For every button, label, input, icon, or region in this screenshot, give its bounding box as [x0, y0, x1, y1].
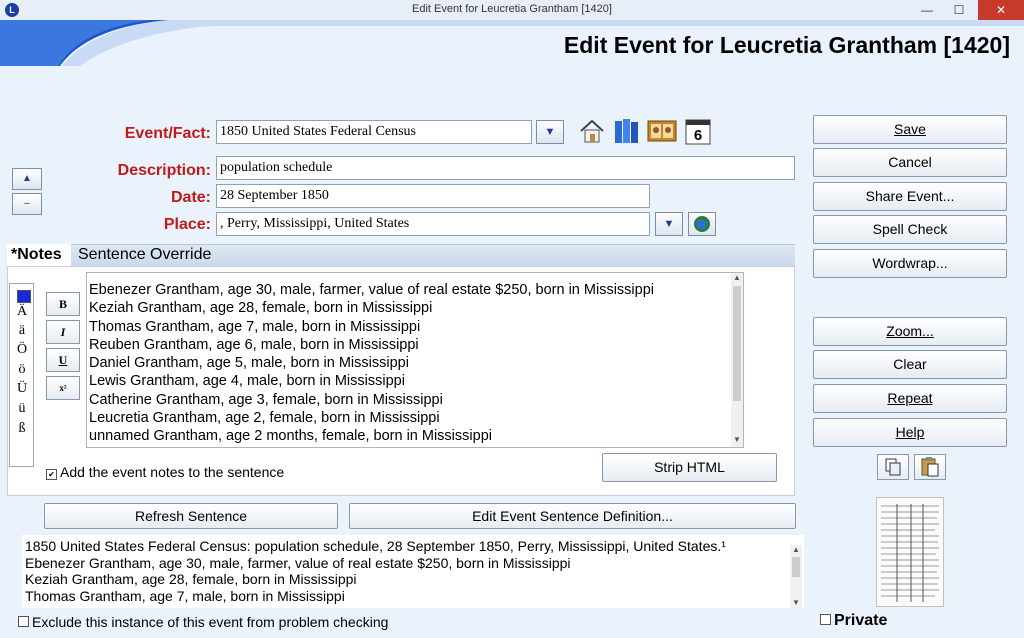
sentence-scrollbar[interactable]: ▲ ▼: [790, 545, 802, 608]
save-label: Save: [894, 121, 926, 137]
notes-line: unnamed Grantham, age 2 months, female, …: [89, 428, 492, 445]
checkbox-box[interactable]: [820, 614, 831, 625]
private-label: Private: [834, 612, 888, 629]
sentence-text: 1850 United States Federal Census: popul…: [25, 538, 726, 604]
close-button[interactable]: ✕: [978, 0, 1024, 20]
share-event-button[interactable]: Share Event...: [813, 182, 1007, 211]
notes-line: Reuben Grantham, age 6, male, born in Mi…: [89, 336, 419, 353]
scroll-down-arrow[interactable]: ▼: [790, 598, 802, 608]
description-label: Description:: [117, 162, 211, 179]
char-button[interactable]: ü: [10, 401, 34, 417]
wordwrap-button[interactable]: Wordwrap...: [813, 249, 1007, 278]
paste-icon: [921, 457, 939, 477]
books-icon[interactable]: [612, 116, 642, 146]
notes-textarea[interactable]: Ebenezer Grantham, age 30, male, farmer,…: [86, 272, 744, 448]
sentence-line: 1850 United States Federal Census: popul…: [25, 538, 726, 554]
notes-line: Lewis Grantham, age 4, male, born in Mis…: [89, 373, 405, 390]
tab-sentence-override[interactable]: Sentence Override: [78, 244, 211, 266]
notes-line: Leucretia Grantham, age 2, female, born …: [89, 410, 440, 427]
notes-line: Ebenezer Grantham, age 30, male, farmer,…: [89, 282, 654, 298]
char-button[interactable]: Ä: [10, 304, 34, 320]
notes-text: Ebenezer Grantham, age 30, male, farmer,…: [89, 281, 654, 446]
cancel-button[interactable]: Cancel: [813, 148, 1007, 177]
clear-button[interactable]: Clear: [813, 350, 1007, 379]
notes-scrollbar[interactable]: ▲ ▼: [731, 273, 743, 447]
edit-sentence-definition-button[interactable]: Edit Event Sentence Definition...: [349, 503, 796, 529]
event-dropdown-button[interactable]: ▼: [536, 120, 564, 144]
globe-icon: [694, 216, 710, 232]
char-button[interactable]: ö: [10, 362, 34, 378]
description-field[interactable]: population schedule: [216, 156, 795, 180]
globe-button[interactable]: [688, 212, 716, 236]
scroll-down-arrow[interactable]: ▼: [731, 435, 743, 447]
checkbox-box[interactable]: [18, 616, 29, 627]
svg-text:6: 6: [694, 127, 702, 144]
scroll-thumb[interactable]: [792, 557, 800, 577]
private-checkbox[interactable]: Private: [820, 612, 887, 630]
place-label: Place:: [163, 216, 211, 233]
calendar-icon[interactable]: 6: [683, 116, 713, 146]
help-label: Help: [895, 424, 925, 440]
copy-icon: [885, 458, 901, 476]
repeat-label: Repeat: [887, 390, 933, 406]
exclude-checkbox[interactable]: Exclude this instance of this event from…: [18, 614, 388, 630]
place-dropdown-button[interactable]: ▼: [655, 212, 683, 236]
exclude-label: Exclude this instance of this event from…: [32, 614, 389, 630]
sentence-line: Keziah Grantham, age 28, female, born in…: [25, 571, 357, 587]
sentence-line: Thomas Grantham, age 7, male, born in Mi…: [25, 587, 345, 604]
text-color-swatch[interactable]: [17, 290, 31, 303]
place-field[interactable]: , Perry, Mississippi, United States: [216, 212, 650, 236]
refresh-sentence-button[interactable]: Refresh Sentence: [44, 503, 338, 529]
copy-button[interactable]: [877, 454, 909, 480]
media-thumbnail[interactable]: [876, 497, 944, 607]
add-notes-label: Add the event notes to the sentence: [60, 464, 285, 480]
title-bar: Edit Event for Leucretia Grantham [1420]: [0, 0, 1024, 21]
scroll-thumb[interactable]: [733, 286, 741, 401]
window-title: Edit Event for Leucretia Grantham [1420]: [412, 3, 612, 15]
scroll-up-arrow[interactable]: ▲: [731, 273, 743, 285]
page-title: Edit Event for Leucretia Grantham [1420]: [563, 32, 1010, 58]
event-fact-field[interactable]: 1850 United States Federal Census: [216, 120, 532, 144]
superscript-button[interactable]: x²: [46, 376, 80, 400]
scroll-up-arrow[interactable]: ▲: [790, 545, 802, 555]
tab-notes[interactable]: *Notes: [7, 244, 71, 266]
app-icon[interactable]: L: [5, 3, 19, 17]
event-label: Event/Fact:: [124, 125, 211, 142]
zoom-button[interactable]: Zoom...: [813, 317, 1007, 346]
strip-html-button[interactable]: Strip HTML: [602, 453, 777, 482]
maximize-button[interactable]: ☐: [944, 0, 974, 20]
zoom-label: Zoom...: [886, 323, 934, 339]
minimize-button[interactable]: —: [912, 0, 942, 20]
special-chars-bar: Ä ä Ö ö Ü ü ß: [9, 283, 34, 467]
notes-line: Thomas Grantham, age 7, male, born in Mi…: [89, 318, 421, 335]
photo-album-icon[interactable]: [647, 116, 677, 146]
underline-button[interactable]: U: [46, 348, 80, 372]
repeat-button[interactable]: Repeat: [813, 384, 1007, 413]
date-field[interactable]: 28 September 1850: [216, 184, 650, 208]
house-icon[interactable]: [577, 116, 607, 146]
add-notes-checkbox[interactable]: ✔ Add the event notes to the sentence: [46, 464, 284, 480]
checkbox-box[interactable]: ✔: [46, 469, 57, 480]
italic-button[interactable]: I: [46, 320, 80, 344]
notes-line: Daniel Grantham, age 5, male, born in Mi…: [89, 355, 409, 372]
save-button[interactable]: Save: [813, 115, 1007, 144]
spell-check-button[interactable]: Spell Check: [813, 215, 1007, 244]
bold-button[interactable]: B: [46, 292, 80, 316]
notes-line: Catherine Grantham, age 3, female, born …: [89, 391, 443, 408]
paste-button[interactable]: [914, 454, 946, 480]
char-button[interactable]: ä: [10, 323, 34, 339]
notes-line: Keziah Grantham, age 28, female, born in…: [89, 300, 433, 317]
sentence-preview: 1850 United States Federal Census: popul…: [22, 535, 804, 608]
help-button[interactable]: Help: [813, 418, 1007, 447]
date-label: Date:: [170, 189, 211, 206]
sentence-line: Ebenezer Grantham, age 30, male, farmer,…: [25, 554, 571, 571]
char-button[interactable]: Ö: [10, 342, 34, 358]
char-button[interactable]: Ü: [10, 381, 34, 397]
char-button[interactable]: ß: [10, 421, 34, 437]
